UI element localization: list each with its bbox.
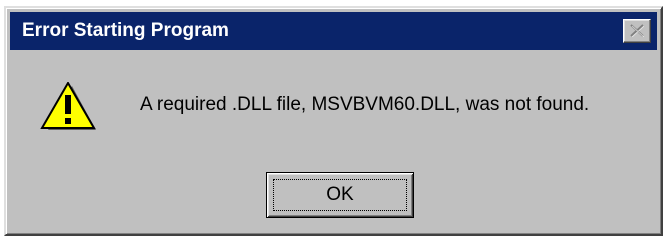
dialog-title: Error Starting Program bbox=[22, 20, 229, 41]
close-icon bbox=[630, 24, 644, 37]
error-message: A required .DLL file, MSVBVM60.DLL, was … bbox=[140, 94, 590, 115]
warning-icon bbox=[40, 82, 96, 130]
ok-button-label: OK bbox=[326, 184, 354, 205]
title-bar[interactable]: Error Starting Program bbox=[10, 12, 657, 50]
ok-button[interactable]: OK bbox=[266, 172, 414, 218]
error-dialog: Error Starting Program A required .DLL f… bbox=[4, 6, 663, 236]
close-button[interactable] bbox=[623, 19, 651, 43]
